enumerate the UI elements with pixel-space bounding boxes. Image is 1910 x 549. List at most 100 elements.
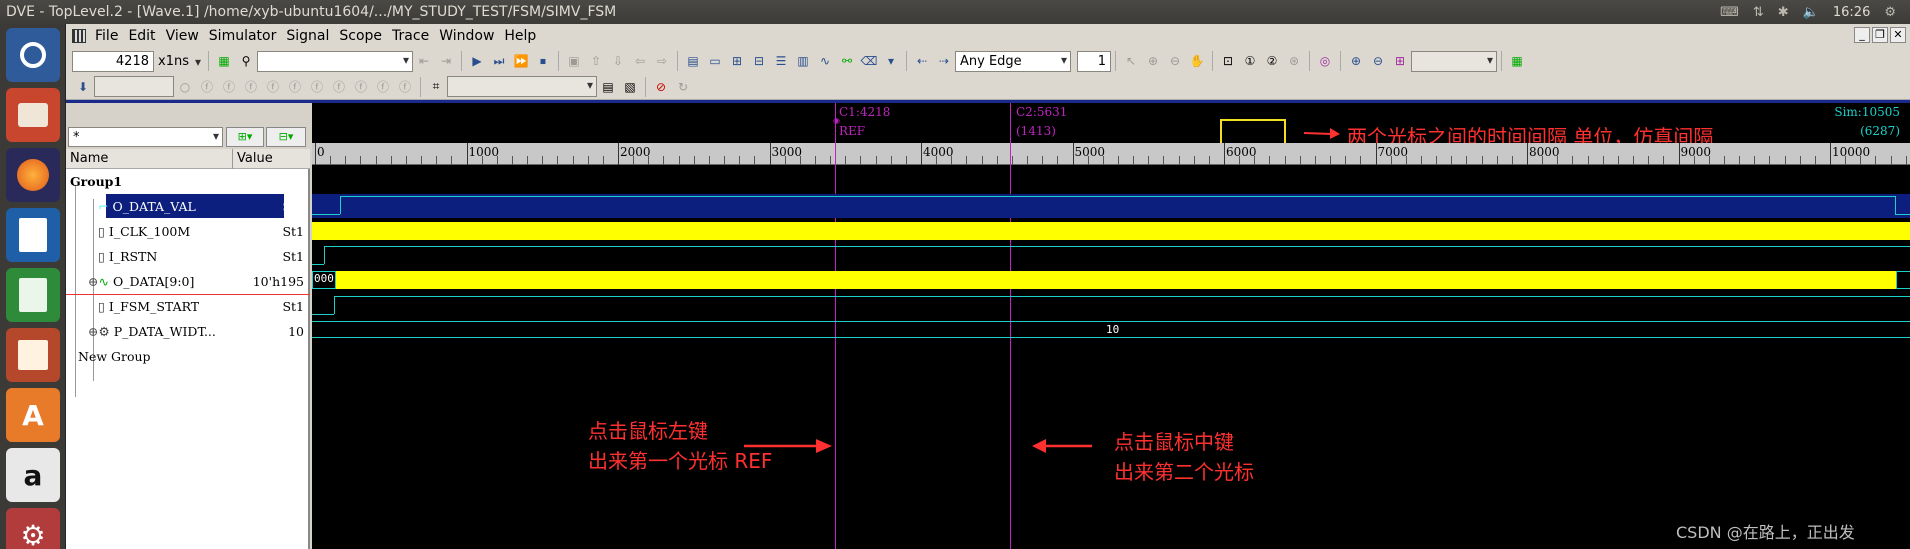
path-icon[interactable]: ⊟ — [750, 52, 768, 70]
signal-row-i-rstn[interactable]: ▯ I_RSTN St1 — [66, 244, 310, 269]
impress-icon[interactable] — [6, 328, 60, 382]
menu-view[interactable]: View — [161, 28, 204, 44]
pan-icon[interactable]: ✋ — [1188, 52, 1206, 70]
writer-icon[interactable] — [6, 208, 60, 262]
eraser-icon[interactable]: ⌫ — [860, 52, 878, 70]
new-group-row[interactable]: New Group — [66, 344, 310, 369]
list-icon[interactable]: ☰ — [772, 52, 790, 70]
f9-icon[interactable]: ⓕ — [374, 78, 392, 96]
menu-simulator[interactable]: Simulator — [204, 28, 282, 44]
f1-icon[interactable]: ⓕ — [198, 78, 216, 96]
signal-row-p-data-width[interactable]: ⊕⚙ P_DATA_WIDT... 10 — [66, 319, 310, 344]
hierarchy-icon[interactable]: ▤ — [684, 52, 702, 70]
calc-icon[interactable] — [6, 268, 60, 322]
time-input[interactable]: 4218 — [72, 50, 154, 72]
f7-icon[interactable]: ⓕ — [330, 78, 348, 96]
run-icon[interactable]: ⏩ — [512, 52, 530, 70]
menu-trace[interactable]: Trace — [387, 28, 434, 44]
f6-icon[interactable]: ⓕ — [308, 78, 326, 96]
gear-icon[interactable]: ⚙ — [1884, 5, 1896, 20]
save-icon[interactable]: ▣ — [565, 52, 583, 70]
menu-window[interactable]: Window — [434, 28, 499, 44]
up-icon[interactable]: ⇧ — [587, 52, 605, 70]
menu-help[interactable]: Help — [499, 28, 541, 44]
next-icon[interactable]: ⏭ — [490, 52, 508, 70]
timeline-ruler[interactable]: 0 1000 2000 3000 4000 5000 6000 7000 8000 9000 100… — [312, 143, 1910, 165]
group-row[interactable]: Group1 — [66, 169, 310, 194]
cursor-c1[interactable] — [835, 103, 836, 549]
more-icon[interactable]: ▾ — [882, 52, 900, 70]
down-icon[interactable]: ⇩ — [609, 52, 627, 70]
value-column-header[interactable]: Value — [237, 151, 273, 166]
keyboard-icon[interactable]: ⌨ — [1720, 5, 1739, 20]
binoculars-icon[interactable]: ⚲ — [237, 52, 255, 70]
f10-icon[interactable]: ⓕ — [396, 78, 414, 96]
back-icon[interactable]: ⇦ — [631, 52, 649, 70]
signal-row-i-clk-100m[interactable]: ▯ I_CLK_100M St1 — [66, 219, 310, 244]
pointer-icon[interactable]: ↖ — [1122, 52, 1140, 70]
scope-combo[interactable] — [447, 76, 597, 97]
stop-icon[interactable]: ⏹ — [534, 52, 552, 70]
marker-icon[interactable]: ◎ — [1316, 52, 1334, 70]
zoom-1-icon[interactable]: ① — [1241, 52, 1259, 70]
menu-edit[interactable]: Edit — [123, 28, 160, 44]
circle-icon[interactable]: ○ — [176, 78, 194, 96]
zoom-out-icon[interactable]: ⊖ — [1369, 52, 1387, 70]
signal-row-o-data[interactable]: ⊕∿ O_DATA[9:0] 10'h195 — [66, 269, 310, 294]
software-center-icon[interactable]: A — [6, 388, 60, 442]
schematic-icon[interactable]: ⊞ — [728, 52, 746, 70]
volume-icon[interactable]: 🔈 — [1803, 5, 1819, 20]
settings-icon[interactable]: ⚙ — [6, 508, 60, 549]
amazon-icon[interactable]: a — [6, 448, 60, 502]
edge-select[interactable]: Any Edge — [955, 50, 1071, 72]
restore-button[interactable]: ❐ — [1872, 27, 1888, 43]
files-icon[interactable] — [6, 88, 60, 142]
trace-icon[interactable]: ∿ — [816, 52, 834, 70]
refresh-icon[interactable]: ↻ — [674, 78, 692, 96]
bluetooth-icon[interactable]: ✱ — [1778, 5, 1789, 20]
firefox-icon[interactable] — [6, 148, 60, 202]
filter-type-button[interactable]: ⊟▾ — [266, 127, 306, 147]
zoom-sel-icon[interactable]: ⊛ — [1285, 52, 1303, 70]
zoom-in-icon[interactable]: ⊕ — [1347, 52, 1365, 70]
waveform-icon[interactable]: ▦ — [215, 52, 233, 70]
f5-icon[interactable]: ⓕ — [286, 78, 304, 96]
edge-next-icon[interactable]: ⇢ — [935, 52, 953, 70]
ubuntu-icon[interactable] — [6, 28, 60, 82]
close-button[interactable]: ✕ — [1890, 27, 1906, 43]
edge-count-input[interactable]: 1 — [1077, 50, 1111, 72]
f8-icon[interactable]: ⓕ — [352, 78, 370, 96]
name-column-header[interactable]: Name — [70, 151, 108, 166]
filter-options-button[interactable]: ⊞▾ — [226, 127, 264, 147]
arrow-down-icon[interactable]: ⬇ — [74, 78, 92, 96]
zoom-full-icon[interactable]: ⊞ — [1391, 52, 1409, 70]
forward-icon[interactable]: ⇨ — [653, 52, 671, 70]
edge-prev-icon[interactable]: ⇠ — [913, 52, 931, 70]
driver-icon[interactable]: ⚯ — [838, 52, 856, 70]
network-icon[interactable]: ⇅ — [1753, 5, 1764, 20]
stop-sim-icon[interactable]: ⊘ — [652, 78, 670, 96]
clock[interactable]: 16:26 — [1833, 5, 1870, 20]
waveform-pane[interactable]: ◉ C1:4218 REF C2:5631 (1413) Sim:10505 (… — [312, 103, 1910, 549]
memory-icon[interactable]: ▥ — [794, 52, 812, 70]
table-icon[interactable]: ▤ — [599, 78, 617, 96]
step-icon[interactable]: ▶ — [468, 52, 486, 70]
zoom-combo[interactable] — [1411, 50, 1497, 72]
minimize-button[interactable]: _ — [1854, 27, 1870, 43]
cursor-c2[interactable] — [1010, 103, 1011, 549]
source-icon[interactable]: ▭ — [706, 52, 724, 70]
signal-row-i-fsm-start[interactable]: ▯ I_FSM_START St1 — [66, 294, 310, 319]
zoom-in-tool-icon[interactable]: ⊕ — [1144, 52, 1162, 70]
zoom-2-icon[interactable]: ② — [1263, 52, 1281, 70]
terminal-icon[interactable]: ▦ — [1508, 52, 1526, 70]
grid-icon[interactable]: ⌗ — [427, 78, 445, 96]
menu-signal[interactable]: Signal — [281, 28, 334, 44]
signal-row-o-data-val[interactable]: ⌐ O_DATA_VAL St1 — [66, 194, 310, 219]
f2-icon[interactable]: ⓕ — [220, 78, 238, 96]
zoom-fit-icon[interactable]: ⊡ — [1219, 52, 1237, 70]
f4-icon[interactable]: ⓕ — [264, 78, 282, 96]
find-next-icon[interactable]: ⇥ — [437, 52, 455, 70]
f3-icon[interactable]: ⓕ — [242, 78, 260, 96]
value-input[interactable] — [94, 76, 174, 97]
search-combo[interactable] — [257, 50, 413, 72]
